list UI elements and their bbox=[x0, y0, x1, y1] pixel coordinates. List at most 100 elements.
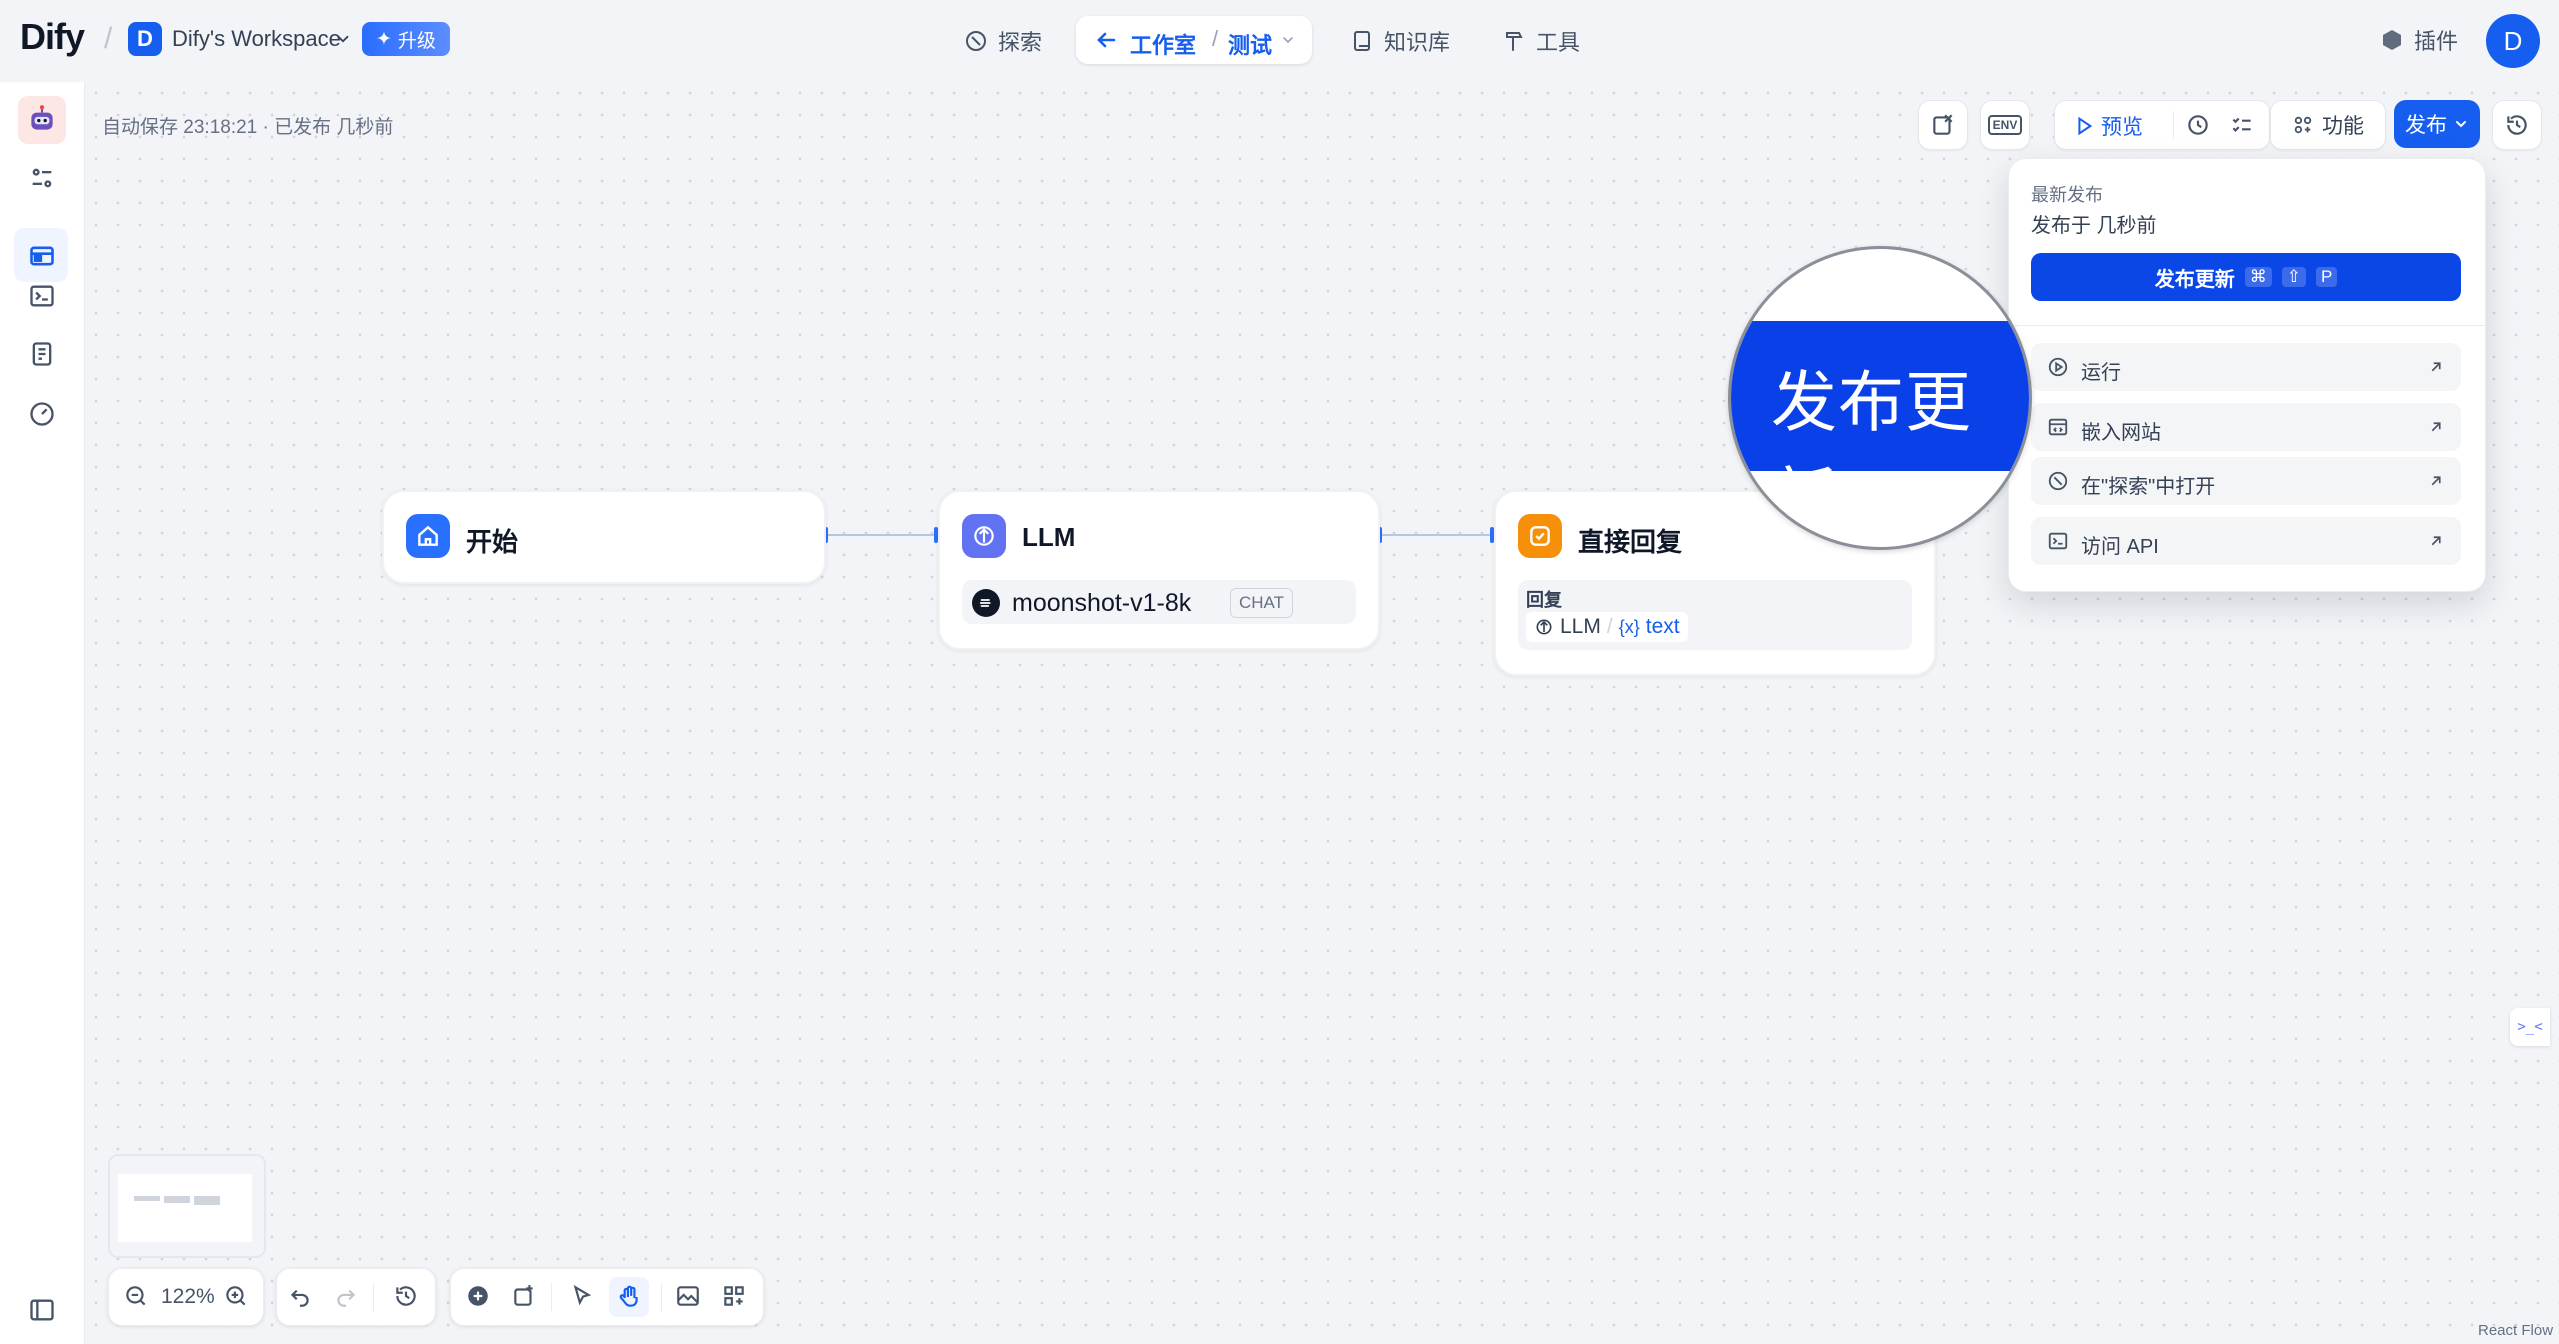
menu-explore-label: 在"探索"中打开 bbox=[2081, 476, 2216, 498]
nav-knowledge[interactable]: 知识库 bbox=[1350, 22, 1450, 60]
embed-icon bbox=[2047, 416, 2069, 438]
chevron-down-icon bbox=[2456, 121, 2466, 128]
pointer-icon[interactable] bbox=[569, 1283, 595, 1309]
history-icon[interactable] bbox=[393, 1283, 419, 1309]
model-name: moonshot-v1-8k bbox=[1012, 589, 1192, 617]
workspace-separator: / bbox=[104, 22, 113, 55]
publish-update-label: 发布更新 bbox=[2154, 268, 2235, 291]
chevron-down-icon[interactable] bbox=[334, 30, 352, 48]
left-sidebar bbox=[0, 82, 85, 1344]
answer-content: 回复 LLM / {x} text bbox=[1518, 580, 1912, 650]
variable-name: text bbox=[1645, 615, 1680, 638]
nav-studio[interactable]: 工作室 / 测试 bbox=[1076, 16, 1312, 64]
grid-plus-icon bbox=[2294, 116, 2312, 134]
layout-icon[interactable] bbox=[28, 242, 56, 270]
menu-embed-label: 嵌入网站 bbox=[2081, 422, 2161, 444]
divider bbox=[373, 1283, 374, 1311]
answer-icon bbox=[1518, 514, 1562, 558]
history-run-icon[interactable] bbox=[2185, 112, 2211, 138]
export-image-icon[interactable] bbox=[675, 1283, 701, 1309]
add-node-icon[interactable] bbox=[465, 1283, 491, 1309]
publish-update-button[interactable]: 发布更新 ⌘ ⇧ P bbox=[2031, 253, 2461, 301]
variable-tag[interactable]: LLM / {x} text bbox=[1526, 612, 1688, 642]
llm-node[interactable]: LLM moonshot-v1-8k CHAT bbox=[938, 490, 1380, 650]
organize-icon[interactable] bbox=[721, 1283, 747, 1309]
features-button[interactable]: 功能 bbox=[2270, 100, 2386, 150]
arrow-up-right-icon bbox=[2427, 418, 2445, 436]
checklist-button[interactable] bbox=[1918, 100, 1968, 150]
autosave-status: 自动保存 23:18:21 · 已发布 几秒前 bbox=[102, 117, 394, 138]
divider bbox=[2009, 325, 2485, 326]
sliders-icon[interactable] bbox=[28, 164, 56, 192]
variable-icon: {x} bbox=[1618, 616, 1640, 637]
preview-label: 预览 bbox=[2101, 116, 2143, 139]
compass-icon bbox=[964, 29, 988, 53]
arrow-up-right-icon bbox=[2427, 358, 2445, 376]
preview-button[interactable]: 预览 bbox=[2073, 111, 2143, 141]
add-note-icon[interactable] bbox=[511, 1283, 537, 1309]
dify-logo[interactable]: Dify bbox=[20, 16, 85, 58]
arrow-left-icon[interactable] bbox=[1094, 28, 1118, 52]
env-label: ENV bbox=[1987, 115, 2023, 135]
zoom-controls: 122% bbox=[108, 1268, 264, 1326]
magnified-text: 发布更新 bbox=[1771, 365, 1972, 535]
divider bbox=[2173, 111, 2174, 139]
menu-embed-site[interactable]: 嵌入网站 bbox=[2031, 403, 2461, 451]
zoom-in-icon[interactable] bbox=[223, 1283, 249, 1309]
published-at: 发布于 几秒前 bbox=[2031, 215, 2157, 237]
shortcut-key-cmd: ⌘ bbox=[2244, 267, 2272, 287]
user-avatar[interactable]: D bbox=[2486, 14, 2540, 68]
variable-sep: / bbox=[1606, 615, 1613, 638]
redo-icon[interactable] bbox=[333, 1283, 359, 1309]
hammer-icon bbox=[1502, 29, 1526, 53]
upgrade-button[interactable]: ✦ 升级 bbox=[362, 22, 450, 56]
version-history-button[interactable] bbox=[2492, 100, 2542, 150]
menu-run-app[interactable]: 运行 bbox=[2031, 343, 2461, 391]
magnifier-overlay: 发布更新 bbox=[1728, 246, 2032, 550]
model-mode-badge: CHAT bbox=[1230, 588, 1294, 618]
publish-button[interactable]: 发布 bbox=[2394, 100, 2480, 148]
env-button[interactable]: ENV bbox=[1980, 100, 2030, 150]
nav-studio-label[interactable]: 工作室 bbox=[1130, 28, 1196, 60]
upgrade-label: 升级 bbox=[397, 30, 436, 52]
debug-panel-toggle[interactable]: >_< bbox=[2510, 1008, 2550, 1046]
gauge-icon[interactable] bbox=[28, 400, 56, 428]
plugins-button[interactable]: 插件 bbox=[2380, 24, 2458, 56]
workspace-name[interactable]: Dify's Workspace bbox=[172, 26, 341, 52]
zoom-out-icon[interactable] bbox=[123, 1283, 149, 1309]
publish-dropdown: 最新发布 发布于 几秒前 发布更新 ⌘ ⇧ P 运行 嵌入网站 在"探索"中打开 bbox=[2008, 158, 2486, 592]
document-list-icon[interactable] bbox=[28, 340, 56, 368]
sidebar-toggle-icon[interactable] bbox=[28, 1296, 56, 1324]
nav-explore[interactable]: 探索 bbox=[964, 22, 1042, 60]
workspace-avatar[interactable]: D bbox=[128, 22, 162, 56]
hand-icon[interactable] bbox=[616, 1284, 642, 1310]
menu-api-label: 访问 API bbox=[2081, 536, 2159, 558]
answer-node-title: 直接回复 bbox=[1578, 527, 1683, 557]
zoom-level[interactable]: 122% bbox=[161, 1285, 215, 1309]
minimap[interactable] bbox=[108, 1154, 266, 1258]
history-icon bbox=[2504, 112, 2530, 138]
nav-knowledge-label: 知识库 bbox=[1384, 30, 1451, 55]
list-check-icon[interactable] bbox=[2229, 112, 2255, 138]
react-flow-attribution[interactable]: React Flow bbox=[2478, 1322, 2553, 1339]
play-circle-icon bbox=[2047, 356, 2069, 378]
start-node-title: 开始 bbox=[466, 527, 519, 557]
app-name[interactable]: 测试 bbox=[1228, 28, 1272, 60]
features-label: 功能 bbox=[2322, 115, 2364, 138]
play-icon bbox=[2078, 116, 2093, 136]
chevron-down-icon[interactable] bbox=[1280, 32, 1296, 48]
app-icon[interactable] bbox=[18, 96, 66, 144]
nav-tools[interactable]: 工具 bbox=[1502, 22, 1580, 60]
undo-icon[interactable] bbox=[287, 1283, 313, 1309]
terminal-icon[interactable] bbox=[28, 282, 56, 310]
model-selector[interactable]: moonshot-v1-8k CHAT bbox=[962, 580, 1356, 624]
divider bbox=[551, 1283, 552, 1311]
start-node[interactable]: 开始 bbox=[382, 490, 826, 584]
menu-open-explore[interactable]: 在"探索"中打开 bbox=[2031, 457, 2461, 505]
plugins-label: 插件 bbox=[2414, 29, 2459, 54]
sparkle-icon: ✦ bbox=[376, 28, 392, 50]
menu-access-api[interactable]: 访问 API bbox=[2031, 517, 2461, 565]
terminal-icon bbox=[2047, 530, 2069, 552]
latest-publish-label: 最新发布 bbox=[2031, 185, 2103, 205]
menu-run-label: 运行 bbox=[2081, 362, 2121, 384]
